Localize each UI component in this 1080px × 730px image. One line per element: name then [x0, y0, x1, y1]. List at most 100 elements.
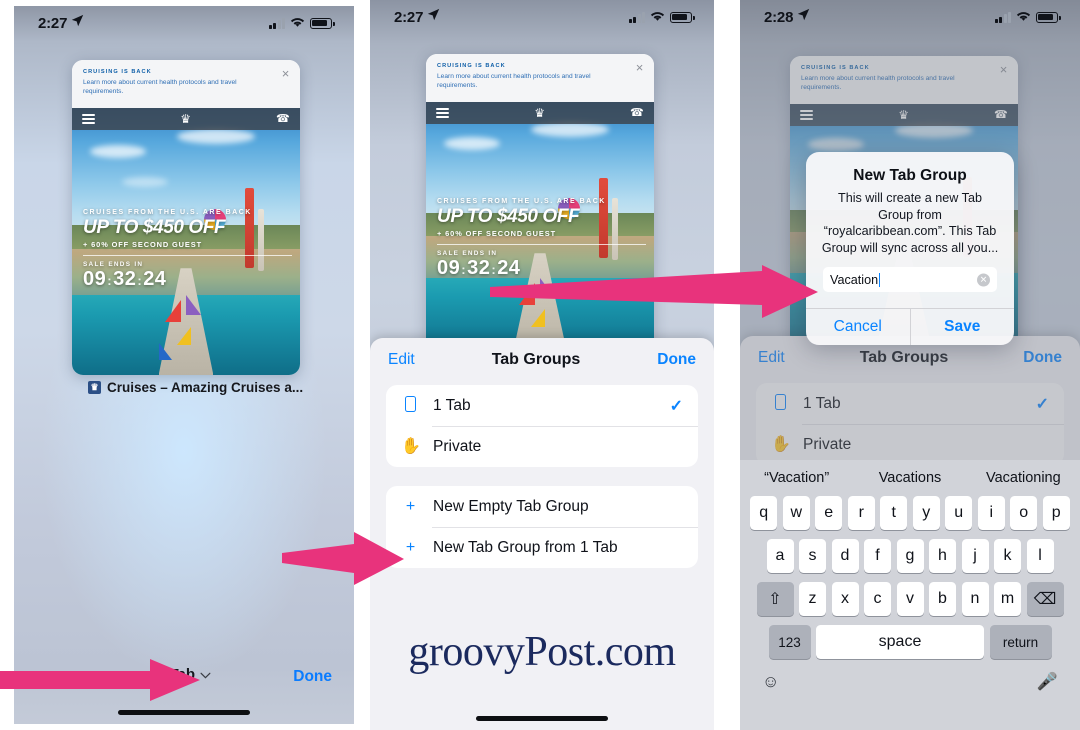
cellular-signal-icon — [268, 17, 285, 29]
key-v[interactable]: v — [896, 582, 924, 616]
done-button[interactable]: Done — [657, 351, 696, 369]
microphone-icon[interactable]: 🎤 — [1037, 672, 1058, 692]
done-button[interactable]: Done — [293, 668, 332, 686]
backspace-key[interactable]: ⌫ — [1026, 582, 1064, 616]
suggestion-1[interactable]: Vacations — [853, 470, 966, 486]
key-c[interactable]: c — [864, 582, 891, 616]
input-value: Vacation — [830, 272, 879, 287]
keyboard-row-3: ⇧ z x c v b n m ⌫ — [740, 582, 1080, 616]
countdown-hours: 09 — [83, 268, 107, 291]
key-p[interactable]: p — [1042, 496, 1070, 530]
tab-groups-sheet-2: Edit Tab Groups Done 1 Tab ✓ ✋ Private +… — [370, 338, 714, 730]
battery-icon — [1036, 11, 1061, 23]
status-right-2 — [628, 9, 695, 26]
divider — [83, 255, 292, 257]
keyboard-row-1: q w e r t y u i o p — [740, 496, 1080, 530]
key-j[interactable]: j — [961, 539, 989, 573]
key-n[interactable]: n — [961, 582, 989, 616]
close-icon[interactable]: × — [633, 61, 646, 74]
key-d[interactable]: d — [831, 539, 859, 573]
key-r[interactable]: r — [847, 496, 875, 530]
key-k[interactable]: k — [994, 539, 1021, 573]
hero-text-1: CRUISES FROM THE U.S. ARE BACK UP TO $45… — [83, 209, 292, 290]
promo-eyebrow: CRUISING IS BACK — [83, 69, 152, 75]
location-arrow-icon — [427, 8, 440, 25]
list-item-1-tab[interactable]: 1 Tab ✓ — [386, 385, 698, 426]
emoji-smiley-icon[interactable]: ☺ — [762, 672, 779, 692]
countdown-timer: 09:32:24 — [83, 269, 292, 290]
status-bar-2: 2:27 — [370, 0, 714, 34]
new-tab-group-from-1-tab-button[interactable]: + New Tab Group from 1 Tab — [386, 527, 698, 568]
divider — [437, 243, 646, 245]
key-z[interactable]: z — [799, 582, 826, 616]
key-e[interactable]: e — [815, 496, 843, 530]
phone-icon[interactable]: ☎ — [630, 107, 644, 119]
phone-screenshot-3: 2:28 CRUISING IS BACK Learn more about c… — [740, 0, 1080, 730]
keyboard-row-2: a s d f g h j k l — [740, 539, 1080, 573]
hamburger-menu-icon[interactable] — [82, 114, 95, 124]
hamburger-menu-icon[interactable] — [436, 108, 449, 118]
key-q[interactable]: q — [750, 496, 778, 530]
suggestion-2[interactable]: Vacationing — [967, 470, 1080, 486]
key-g[interactable]: g — [896, 539, 924, 573]
alert-message: This will create a new Tab Group from “r… — [821, 191, 999, 255]
list-item-label: 1 Tab — [433, 396, 471, 414]
hero-headline: UP TO $450 OFF — [437, 205, 580, 227]
key-u[interactable]: u — [945, 496, 973, 530]
wifi-icon — [1016, 9, 1031, 26]
countdown-sep: : — [461, 261, 467, 277]
key-s[interactable]: s — [799, 539, 826, 573]
royal-caribbean-crown-icon: ♛ — [180, 112, 192, 126]
promo-banner-1: CRUISING IS BACK Learn more about curren… — [72, 60, 300, 108]
tab-group-name-input[interactable]: Vacation ✕ — [823, 267, 997, 293]
clear-text-icon[interactable]: ✕ — [977, 273, 990, 287]
cancel-button[interactable]: Cancel — [806, 309, 910, 345]
save-button[interactable]: Save — [909, 309, 1015, 346]
alert-title: New Tab Group — [853, 167, 967, 184]
phone-icon[interactable]: ☎ — [276, 113, 290, 125]
key-y[interactable]: y — [912, 496, 940, 530]
keyboard-bottom-row: ☺ 🎤 — [740, 668, 1080, 692]
hero-kicker: CRUISES FROM THE U.S. ARE BACK — [437, 197, 606, 205]
promo-banner-2: CRUISING IS BACK Learn more about curren… — [426, 54, 654, 102]
tab-title-text: Cruises – Amazing Cruises a... — [107, 380, 304, 395]
numbers-key[interactable]: 123 — [768, 625, 811, 659]
key-h[interactable]: h — [929, 539, 956, 573]
key-b[interactable]: b — [929, 582, 956, 616]
new-empty-tab-group-button[interactable]: + New Empty Tab Group — [386, 486, 698, 527]
key-m[interactable]: m — [994, 582, 1021, 616]
key-x[interactable]: x — [831, 582, 859, 616]
tab-preview-card-1[interactable]: CRUISING IS BACK Learn more about curren… — [72, 60, 300, 375]
list-item-private[interactable]: ✋ Private — [386, 426, 698, 467]
countdown-minutes: 32 — [467, 256, 491, 279]
key-l[interactable]: l — [1026, 539, 1054, 573]
status-left-1: 2:27 — [38, 14, 84, 32]
key-t[interactable]: t — [880, 496, 908, 530]
shift-key[interactable]: ⇧ — [756, 582, 794, 616]
wifi-icon — [650, 9, 665, 26]
key-o[interactable]: o — [1010, 496, 1038, 530]
key-i[interactable]: i — [977, 496, 1005, 530]
edit-button[interactable]: Edit — [388, 351, 415, 369]
key-w[interactable]: w — [782, 496, 810, 530]
list-item-label: Private — [433, 437, 482, 455]
space-key[interactable]: space — [816, 625, 984, 659]
cellular-signal-icon — [994, 11, 1011, 23]
sail-canopy — [165, 300, 182, 323]
arrow-to-tab-count — [0, 659, 200, 701]
promo-body: Learn more about current health protocol… — [437, 73, 591, 90]
key-a[interactable]: a — [766, 539, 794, 573]
close-icon[interactable]: × — [279, 67, 292, 80]
wifi-icon — [290, 15, 305, 32]
return-key[interactable]: return — [989, 625, 1052, 659]
cellular-signal-icon — [628, 11, 645, 23]
keyboard-row-4: 123 space return — [740, 625, 1080, 659]
sheet-header-2: Edit Tab Groups Done — [370, 338, 714, 380]
favicon-icon: ♛ — [88, 381, 101, 394]
countdown-hours: 09 — [437, 256, 461, 279]
key-f[interactable]: f — [864, 539, 891, 573]
hero-kicker: CRUISES FROM THE U.S. ARE BACK — [83, 209, 252, 217]
suggestion-0[interactable]: “Vacation” — [740, 470, 853, 486]
new-tab-group-alert: New Tab Group This will create a new Tab… — [806, 152, 1015, 346]
